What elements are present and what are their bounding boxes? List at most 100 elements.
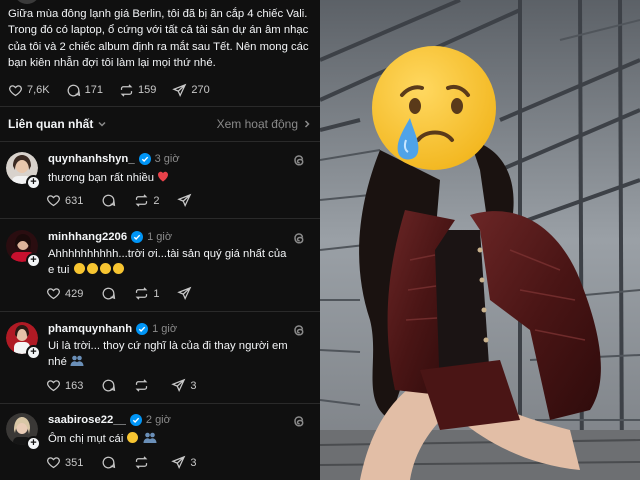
comment-header: quynhanhshyn_ 3 giờ: [48, 153, 180, 165]
comment-text: thương bạn rất nhiều: [48, 170, 310, 186]
share-icon: [177, 193, 192, 208]
follow-plus-icon[interactable]: +: [26, 175, 41, 190]
comment-icon: [102, 456, 116, 469]
comment-time: 3 giờ: [154, 153, 180, 165]
view-activity-link[interactable]: Xem hoạt động: [217, 117, 312, 131]
share-icon: [171, 455, 186, 470]
post-share-count: 270: [191, 84, 210, 96]
comment-reply-button[interactable]: [101, 286, 116, 301]
comment-icon: [102, 379, 116, 392]
comment-icon: [102, 194, 116, 207]
post-repost-button[interactable]: 159: [119, 83, 156, 98]
divider: [0, 106, 320, 107]
comment-repost-count: 1: [153, 287, 160, 300]
comment-text-content: thương bạn rất nhiều: [48, 172, 155, 184]
heart-icon: [47, 195, 60, 207]
comment-time: 1 giờ: [147, 231, 173, 243]
comment-repost-button[interactable]: [134, 378, 153, 393]
post-comment-count: 171: [84, 84, 103, 96]
view-activity-label: Xem hoạt động: [216, 117, 298, 131]
comment-actions: 631 2: [46, 193, 196, 208]
sad-face-emoji: [99, 263, 111, 274]
follow-plus-icon[interactable]: +: [26, 345, 41, 360]
comment-actions: 429 1: [46, 286, 196, 301]
threads-icon[interactable]: [292, 323, 306, 337]
divider: [0, 218, 320, 219]
follow-plus-icon[interactable]: +: [26, 253, 41, 268]
verified-icon: [138, 153, 151, 165]
comment-reply-button[interactable]: [101, 378, 116, 393]
threads-icon[interactable]: [292, 231, 306, 245]
comment-like-button[interactable]: 163: [46, 378, 83, 393]
comment-text: Ôm chị mụt cái: [48, 431, 310, 447]
comment-repost-count: 2: [153, 194, 160, 207]
post-share-button[interactable]: 270: [172, 83, 210, 98]
post-comment-button[interactable]: 171: [66, 83, 103, 98]
chevron-down-icon: [98, 121, 106, 127]
comment-share-button[interactable]: 3: [171, 378, 196, 393]
comment-text-content: Ôm chị mụt cái: [48, 433, 124, 445]
comment-share-button[interactable]: [177, 193, 196, 208]
comment-username[interactable]: phamquynhanh: [48, 323, 132, 335]
comment-share-button[interactable]: 3: [171, 455, 196, 470]
verified-icon: [129, 414, 142, 426]
comment-text-line: e tui: [48, 262, 310, 278]
comment-like-count: 351: [65, 456, 84, 469]
divider: [0, 403, 320, 404]
threads-icon[interactable]: [292, 153, 306, 167]
comment-text-line: Ui là trời... thoy cứ nghĩ là của đi tha…: [48, 340, 288, 352]
comment-username[interactable]: saabirose22__: [48, 414, 126, 426]
comment-username[interactable]: quynhanhshyn_: [48, 153, 135, 165]
threads-post-panel: Giữa mùa đông lạnh giá Berlin, tôi đã bị…: [0, 0, 320, 480]
sad-face-emoji: [127, 432, 139, 443]
comment-actions: 351 3: [46, 455, 196, 470]
comment-like-button[interactable]: 351: [46, 455, 83, 470]
comment-like-button[interactable]: 631: [46, 193, 83, 208]
comment-repost-button[interactable]: [134, 455, 153, 470]
post-like-count: 7,6K: [27, 84, 50, 96]
repost-icon: [120, 83, 133, 97]
comment-time: 2 giờ: [145, 414, 171, 426]
comment-text: Ahhhhhhhhhh...trời ơi...tài sản quý giá …: [48, 246, 310, 278]
comment-repost-button[interactable]: 1: [134, 286, 159, 301]
follow-plus-icon[interactable]: +: [26, 436, 41, 451]
threads-icon[interactable]: [292, 414, 306, 428]
comment-repost-button[interactable]: 2: [134, 193, 159, 208]
chevron-right-icon: [304, 120, 310, 128]
comment-text-line: Ahhhhhhhhhh...trời ơi...tài sản quý giá …: [48, 248, 287, 260]
repost-icon: [135, 456, 148, 469]
verified-icon: [136, 323, 149, 335]
sort-dropdown[interactable]: Liên quan nhất: [8, 117, 107, 131]
comment-text-content: nhé: [48, 356, 67, 368]
comment-like-count: 429: [65, 287, 84, 300]
people-hugging-emoji: [70, 355, 84, 366]
comment-share-count: 3: [190, 379, 197, 392]
post-repost-count: 159: [138, 84, 157, 96]
comment-header: saabirose22__ 2 giờ: [48, 414, 171, 426]
heart-icon: [47, 457, 60, 469]
share-icon: [171, 378, 186, 393]
verified-icon: [131, 231, 144, 243]
sad-face-emoji: [73, 263, 85, 274]
red-heart-emoji: [158, 171, 169, 182]
comment-share-button[interactable]: [177, 286, 196, 301]
comment-actions: 163 3: [46, 378, 196, 393]
share-icon: [172, 83, 187, 97]
comment-reply-button[interactable]: [101, 455, 116, 470]
comment-reply-button[interactable]: [101, 193, 116, 208]
sad-face-emoji: [112, 263, 124, 274]
divider: [0, 141, 320, 142]
comment-share-count: 3: [190, 456, 197, 469]
heart-icon: [9, 84, 22, 96]
author-avatar[interactable]: [14, 0, 40, 4]
comment-text-content: e tui: [48, 264, 70, 276]
comment-time: 1 giờ: [152, 323, 178, 335]
sort-label: Liên quan nhất: [8, 117, 94, 131]
crying-emoji: [372, 46, 496, 170]
comment-like-button[interactable]: 429: [46, 286, 83, 301]
comment-header: phamquynhanh 1 giờ: [48, 323, 177, 335]
share-icon: [177, 286, 192, 301]
post-like-button[interactable]: 7,6K: [8, 83, 50, 98]
comment-username[interactable]: minhhang2206: [48, 231, 127, 243]
divider: [0, 311, 320, 312]
